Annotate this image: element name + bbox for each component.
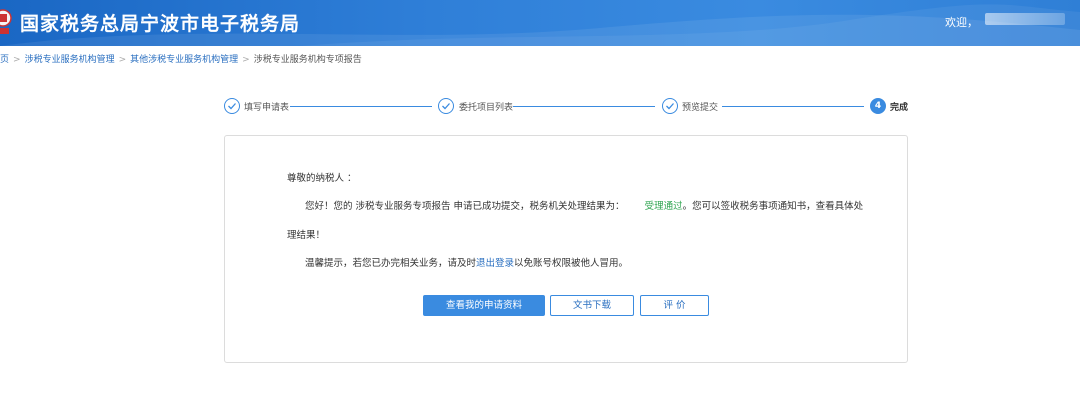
step-complete: 完成 [890,103,909,113]
site-title: 国家税务总局宁波市电子税务局 [20,13,301,35]
breadcrumb-tax-agency-management[interactable]: 涉税专业服务机构管理 [25,55,115,65]
download-document-button[interactable]: 文书下载 [550,295,634,316]
breadcrumb-separator: > [242,55,250,65]
logout-link[interactable]: 退出登录 [476,258,514,269]
status-accepted: 受理通过 [644,201,683,212]
view-application-button[interactable]: 查看我的申请资料 [423,295,545,316]
result-prefix: 您好！您的 涉税专业服务专项报告 申请已成功提交，税务机关处理结果为： [305,201,625,212]
welcome-text: 欢迎， [945,16,978,29]
step-preview-submit: 预览提交 [682,103,719,113]
breadcrumb-other-agency-management[interactable]: 其他涉税专业服务机构管理 [130,55,238,65]
tip-suffix: 以免账号权限被他人冒用。 [514,258,629,269]
greeting-text: 尊敬的纳税人 ： [287,173,357,184]
step-connector [513,106,655,107]
breadcrumb-home[interactable]: 页 [0,55,9,65]
step-project-list: 委托项目列表 [459,103,514,113]
result-message-continued: 理结果！ [287,230,326,241]
check-icon [662,98,678,114]
breadcrumb-separator: > [118,55,127,65]
breadcrumb: 页 > 涉税专业服务机构管理 > 其他涉税专业服务机构管理 > 涉税专业服务机构专项报告 [0,52,362,65]
breadcrumb-separator: > [13,55,21,65]
check-icon [438,98,454,114]
result-message: 您好！您的 涉税专业服务专项报告 申请已成功提交，税务机关处理结果为： 受理通过… [305,198,863,212]
step-connector [722,106,864,107]
result-suffix: 。您可以签收税务事项通知书，查看具体处 [682,201,864,212]
check-icon [224,98,240,114]
top-banner: 国家税务总局宁波市电子税务局 欢迎， [0,0,1080,46]
breadcrumb-current: 涉税专业服务机构专项报告 [253,55,362,65]
user-name-redacted[interactable] [985,13,1065,25]
tip-prefix: 温馨提示，若您已办完相关业务，请及时 [305,258,477,269]
evaluate-button[interactable]: 评 价 [640,295,709,316]
tip-message: 温馨提示，若您已办完相关业务，请及时退出登录以免账号权限被他人冒用。 [305,255,628,269]
step-number-badge: 4 [870,98,886,114]
tax-emblem-icon [0,9,12,34]
step-connector [290,106,432,107]
step-fill-form: 填写申请表 [244,103,290,113]
